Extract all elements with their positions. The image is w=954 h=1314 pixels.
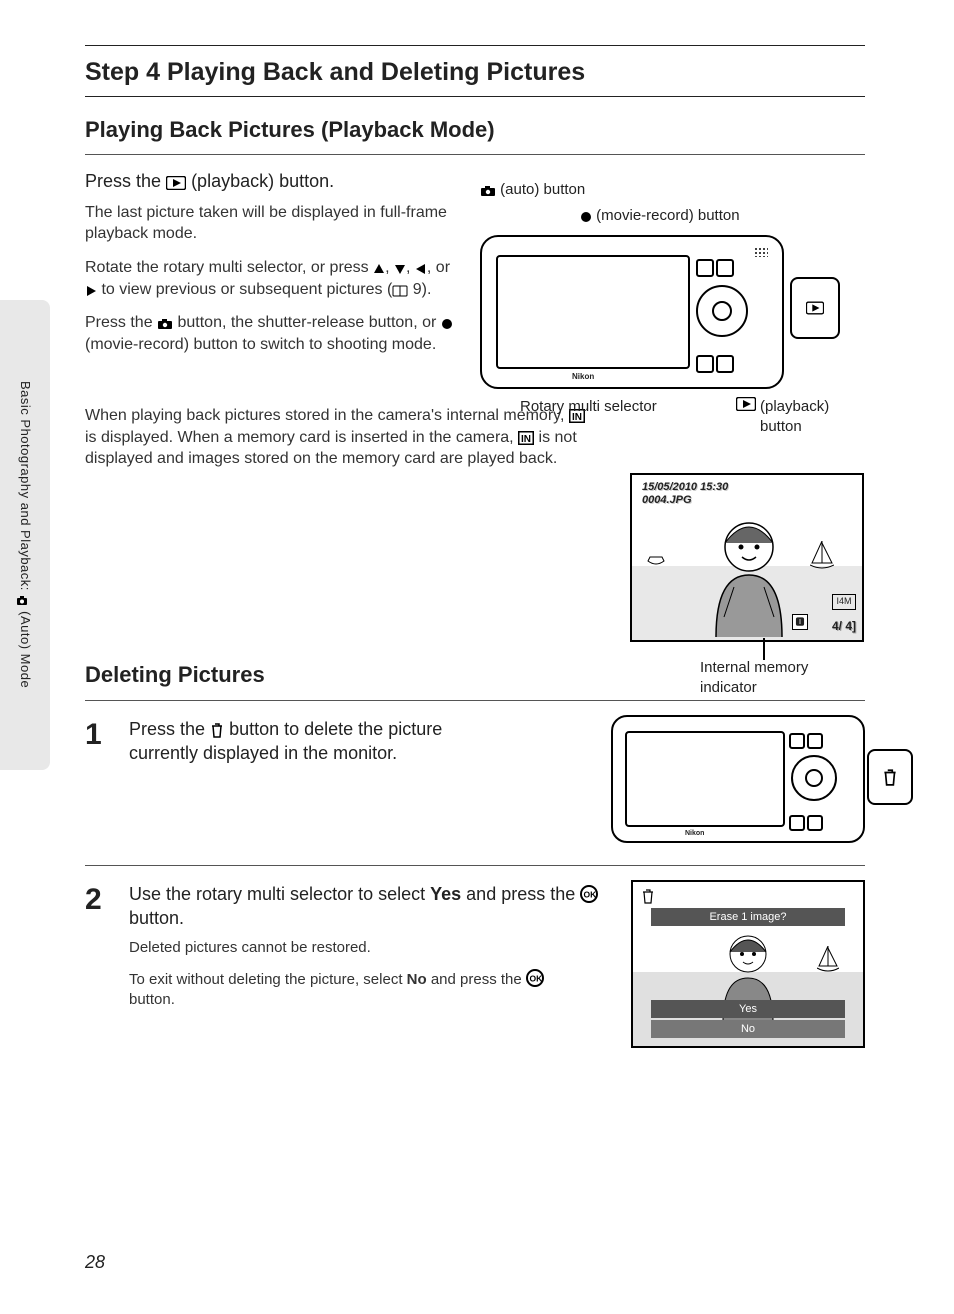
step2-sub: Deleted pictures cannot be restored. To … xyxy=(129,938,589,1010)
label-playback: (playback) button xyxy=(760,397,840,438)
label-movie: (movie-record) button xyxy=(596,207,739,224)
right-arrow-icon xyxy=(85,285,97,297)
label-rotary: Rotary multi selector xyxy=(520,397,657,438)
paragraph-1: The last picture taken will be displayed… xyxy=(85,202,465,245)
playback-icon xyxy=(166,176,186,190)
section-playback: Playing Back Pictures (Playback Mode) xyxy=(85,115,865,145)
manual-ref-icon xyxy=(392,285,408,297)
chapter-tab: Basic Photography and Playback: (Auto) M… xyxy=(0,300,50,770)
lcd-internal-icon: 🅸 xyxy=(792,614,808,630)
paragraph-2: Rotate the rotary multi selector, or pre… xyxy=(85,257,465,300)
svg-text:OK: OK xyxy=(529,973,543,983)
ok-button-icon: OK xyxy=(526,969,544,987)
rule-top xyxy=(85,45,865,46)
left-arrow-icon xyxy=(415,263,427,275)
playback-icon xyxy=(736,397,756,411)
step1-text: Press the button to delete the picture c… xyxy=(129,717,515,766)
lcd-date: 15/05/2010 15:30 xyxy=(642,481,728,494)
up-arrow-icon xyxy=(373,263,385,275)
camera-diagram-2: Nikon xyxy=(535,715,865,843)
page-number: 28 xyxy=(85,1250,105,1274)
step-num-1: 1 xyxy=(85,715,109,756)
tab-text-a: Basic Photography and Playback: xyxy=(18,381,33,595)
page: Basic Photography and Playback: (Auto) M… xyxy=(0,0,954,1314)
step-1: 1 Press the button to delete the picture… xyxy=(85,701,865,866)
down-arrow-icon xyxy=(394,263,406,275)
erase-dialog: Erase 1 image? Yes No xyxy=(625,880,865,1048)
label-internal-memory: Internal memory indicator xyxy=(700,658,860,699)
lcd-badge: I4M xyxy=(832,594,856,610)
callout-line xyxy=(763,638,765,660)
camera-icon xyxy=(157,318,173,330)
camera-diagram-1: (auto) button (movie-record) button Niko… xyxy=(480,180,870,437)
trash-icon xyxy=(210,722,224,738)
rule-title xyxy=(85,96,865,97)
record-dot-icon xyxy=(580,211,592,223)
erase-title: Erase 1 image? xyxy=(651,908,845,926)
paragraph-3: Press the button, the shutter-release bu… xyxy=(85,312,465,355)
body-text-wide: When playing back pictures stored in the… xyxy=(85,405,465,470)
erase-yes: Yes xyxy=(651,1000,845,1018)
record-dot-icon xyxy=(441,318,453,330)
tab-text-b: (Auto) Mode xyxy=(18,612,33,689)
lcd-file: 0004.JPG xyxy=(642,494,728,507)
body-text: The last picture taken will be displayed… xyxy=(85,202,465,356)
lcd-count: 4/ 4] xyxy=(832,618,856,634)
step-num-2: 2 xyxy=(85,880,109,921)
camera-icon xyxy=(16,595,28,607)
erase-no: No xyxy=(651,1020,845,1038)
camera-icon xyxy=(480,185,496,197)
step2-lead: Use the rotary multi selector to select … xyxy=(129,882,605,931)
step-2: 2 Use the rotary multi selector to selec… xyxy=(85,866,865,1070)
sample-lcd: 15/05/2010 15:30 0004.JPG I4M 🅸 4/ 4] xyxy=(630,473,864,642)
label-auto: (auto) button xyxy=(500,181,585,198)
ok-button-icon: OK xyxy=(580,885,598,903)
page-title: Step 4 Playing Back and Deleting Picture… xyxy=(85,56,865,90)
rule-section1 xyxy=(85,154,865,155)
svg-text:OK: OK xyxy=(584,889,598,899)
